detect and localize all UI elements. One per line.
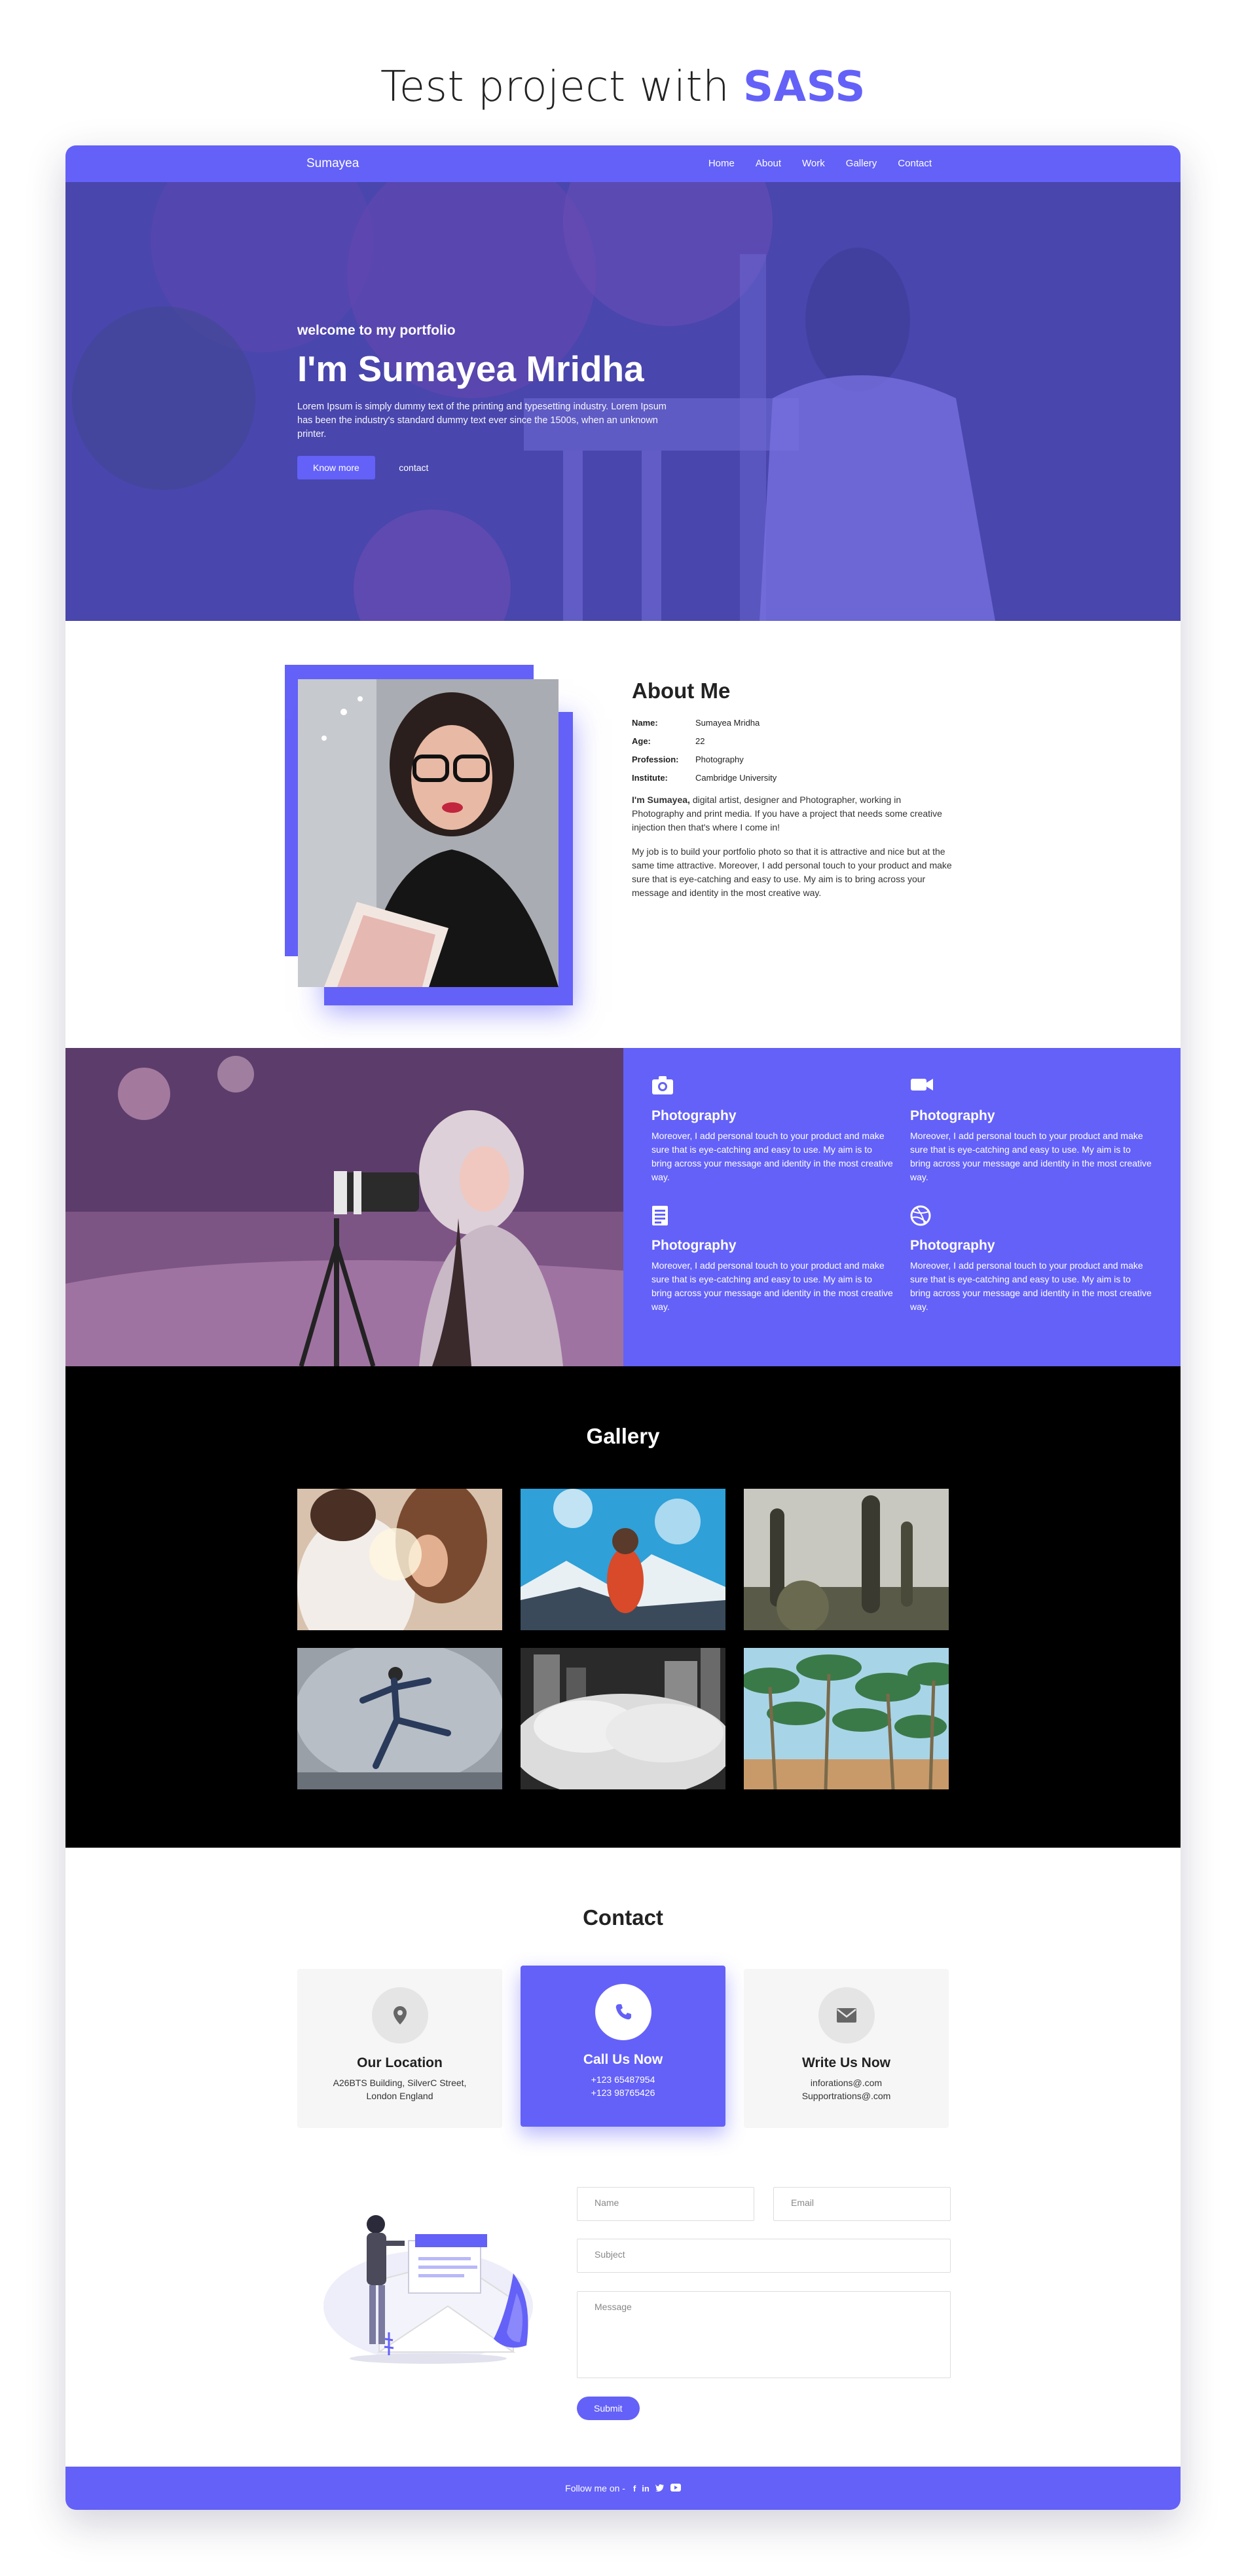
hero-title: I'm Sumayea Mridha bbox=[297, 348, 644, 389]
gallery-image-hiker[interactable] bbox=[521, 1489, 725, 1630]
facebook-icon[interactable]: f bbox=[633, 2484, 636, 2493]
contact-button[interactable]: contact bbox=[390, 456, 437, 479]
about-photo-frame bbox=[285, 665, 573, 1005]
info-row-age: Age: 22 bbox=[632, 736, 953, 746]
know-more-button[interactable]: Know more bbox=[297, 456, 375, 479]
contact-card-line: London England bbox=[366, 2091, 433, 2101]
phone-icon bbox=[595, 1984, 651, 2040]
info-value: Sumayea Mridha bbox=[695, 718, 760, 728]
info-value: Cambridge University bbox=[695, 773, 777, 783]
linkedin-icon[interactable]: in bbox=[642, 2484, 650, 2493]
service-title: Photography bbox=[651, 1108, 737, 1123]
about-info: About Me Name: Sumayea Mridha Age: 22 Pr… bbox=[632, 679, 953, 900]
about-intro-bold: I'm Sumayea, bbox=[632, 794, 690, 805]
info-key: Institute: bbox=[632, 773, 668, 783]
service-title: Photography bbox=[910, 1108, 995, 1123]
brand-logo[interactable]: Sumayea bbox=[306, 157, 359, 171]
nav-links: Home About Work Gallery Contact bbox=[708, 158, 932, 169]
services-section: Photography Moreover, I add personal tou… bbox=[65, 1048, 1181, 1366]
envelope-icon bbox=[818, 1987, 875, 2044]
contact-title: Contact bbox=[583, 1905, 663, 1930]
about-section: About Me Name: Sumayea Mridha Age: 22 Pr… bbox=[65, 621, 1181, 1048]
hero-section: welcome to my portfolio I'm Sumayea Mrid… bbox=[65, 182, 1181, 621]
service-card: Photography Moreover, I add personal tou… bbox=[651, 1205, 894, 1314]
service-title: Photography bbox=[910, 1238, 995, 1253]
contact-card-line: Supportrations@.com bbox=[801, 2091, 891, 2101]
hero-description: Lorem Ipsum is simply dummy text of the … bbox=[297, 401, 667, 439]
about-paragraph-1: I'm Sumayea, digital artist, designer an… bbox=[632, 793, 953, 834]
email-input[interactable]: Email bbox=[773, 2187, 951, 2221]
service-text: Moreover, I add personal touch to your p… bbox=[651, 1260, 893, 1312]
contact-card-line: +123 98765426 bbox=[591, 2087, 655, 2098]
contact-card-location: Our Location A26BTS Building, SilverC St… bbox=[297, 1969, 502, 2128]
contact-card-email: Write Us Now inforations@.com Supportrat… bbox=[744, 1969, 949, 2128]
gallery-image-cactus[interactable] bbox=[744, 1489, 949, 1630]
nav-link-work[interactable]: Work bbox=[802, 158, 825, 169]
navbar: Sumayea Home About Work Gallery Contact bbox=[65, 145, 1181, 182]
submit-button[interactable]: Submit bbox=[577, 2397, 640, 2420]
footer: Follow me on - f in bbox=[65, 2467, 1181, 2510]
service-card: Photography Moreover, I add personal tou… bbox=[651, 1075, 894, 1184]
info-value: Photography bbox=[695, 755, 744, 764]
page-heading-accent: SASS bbox=[743, 63, 866, 111]
info-key: Profession: bbox=[632, 755, 679, 764]
nav-link-contact[interactable]: Contact bbox=[898, 158, 932, 169]
info-row-name: Name: Sumayea Mridha bbox=[632, 718, 953, 728]
nav-link-gallery[interactable]: Gallery bbox=[846, 158, 877, 169]
service-text: Moreover, I add personal touch to your p… bbox=[910, 1130, 1152, 1182]
location-pin-icon bbox=[371, 1987, 428, 2044]
footer-text: Follow me on - bbox=[565, 2483, 625, 2493]
page-heading-prefix: Test project with bbox=[380, 63, 730, 111]
info-key: Age: bbox=[632, 736, 651, 746]
dribbble-icon bbox=[910, 1205, 1152, 1229]
nav-link-about[interactable]: About bbox=[756, 158, 781, 169]
gallery-image-city-fog[interactable] bbox=[521, 1648, 725, 1789]
service-card: Photography Moreover, I add personal tou… bbox=[910, 1205, 1152, 1314]
contact-card-line: A26BTS Building, SilverC Street, bbox=[333, 2078, 467, 2088]
social-icons: f in bbox=[633, 2483, 681, 2493]
twitter-icon[interactable] bbox=[655, 2484, 665, 2493]
video-camera-icon bbox=[910, 1075, 1152, 1099]
info-row-profession: Profession: Photography bbox=[632, 755, 953, 764]
browser-frame: Sumayea Home About Work Gallery Contact bbox=[65, 145, 1181, 2510]
hero-welcome: welcome to my portfolio bbox=[297, 323, 456, 338]
document-icon bbox=[651, 1205, 894, 1229]
contact-section: Contact Our Location A26BTS Building, Si… bbox=[65, 1848, 1181, 2467]
contact-card-call: Call Us Now +123 65487954 +123 98765426 bbox=[521, 1966, 725, 2127]
photographer-photo bbox=[65, 1048, 623, 1366]
gallery-section: Gallery bbox=[65, 1366, 1181, 1848]
gallery-image-couple[interactable] bbox=[297, 1489, 502, 1630]
camera-icon bbox=[651, 1075, 894, 1099]
contact-card-line: inforations@.com bbox=[810, 2078, 883, 2088]
info-row-institute: Institute: Cambridge University bbox=[632, 773, 953, 783]
contact-card-title: Call Us Now bbox=[583, 2052, 663, 2067]
service-text: Moreover, I add personal touch to your p… bbox=[651, 1130, 893, 1182]
services-panel: Photography Moreover, I add personal tou… bbox=[623, 1048, 1181, 1366]
info-value: 22 bbox=[695, 736, 705, 746]
contact-card-title: Write Us Now bbox=[802, 2055, 890, 2070]
about-portrait-photo bbox=[298, 679, 559, 987]
gallery-title: Gallery bbox=[586, 1424, 660, 1448]
about-paragraph-2: My job is to build your portfolio photo … bbox=[632, 846, 952, 898]
page-heading: Test project with SASS bbox=[0, 63, 1246, 111]
gallery-image-dancer[interactable] bbox=[297, 1648, 502, 1789]
service-card: Photography Moreover, I add personal tou… bbox=[910, 1075, 1152, 1184]
about-title: About Me bbox=[632, 679, 731, 703]
message-textarea[interactable]: Message bbox=[577, 2291, 951, 2378]
subject-input[interactable]: Subject bbox=[577, 2239, 951, 2273]
youtube-icon[interactable] bbox=[670, 2483, 681, 2493]
contact-card-title: Our Location bbox=[357, 2055, 443, 2070]
name-input[interactable]: Name bbox=[577, 2187, 754, 2221]
contact-illustration bbox=[317, 2195, 540, 2365]
gallery-image-palm-trees[interactable] bbox=[744, 1648, 949, 1789]
service-title: Photography bbox=[651, 1238, 737, 1253]
contact-card-line: +123 65487954 bbox=[591, 2074, 655, 2085]
nav-link-home[interactable]: Home bbox=[708, 158, 735, 169]
info-key: Name: bbox=[632, 718, 658, 728]
service-text: Moreover, I add personal touch to your p… bbox=[910, 1260, 1152, 1312]
hero-content: welcome to my portfolio I'm Sumayea Mrid… bbox=[297, 323, 670, 479]
